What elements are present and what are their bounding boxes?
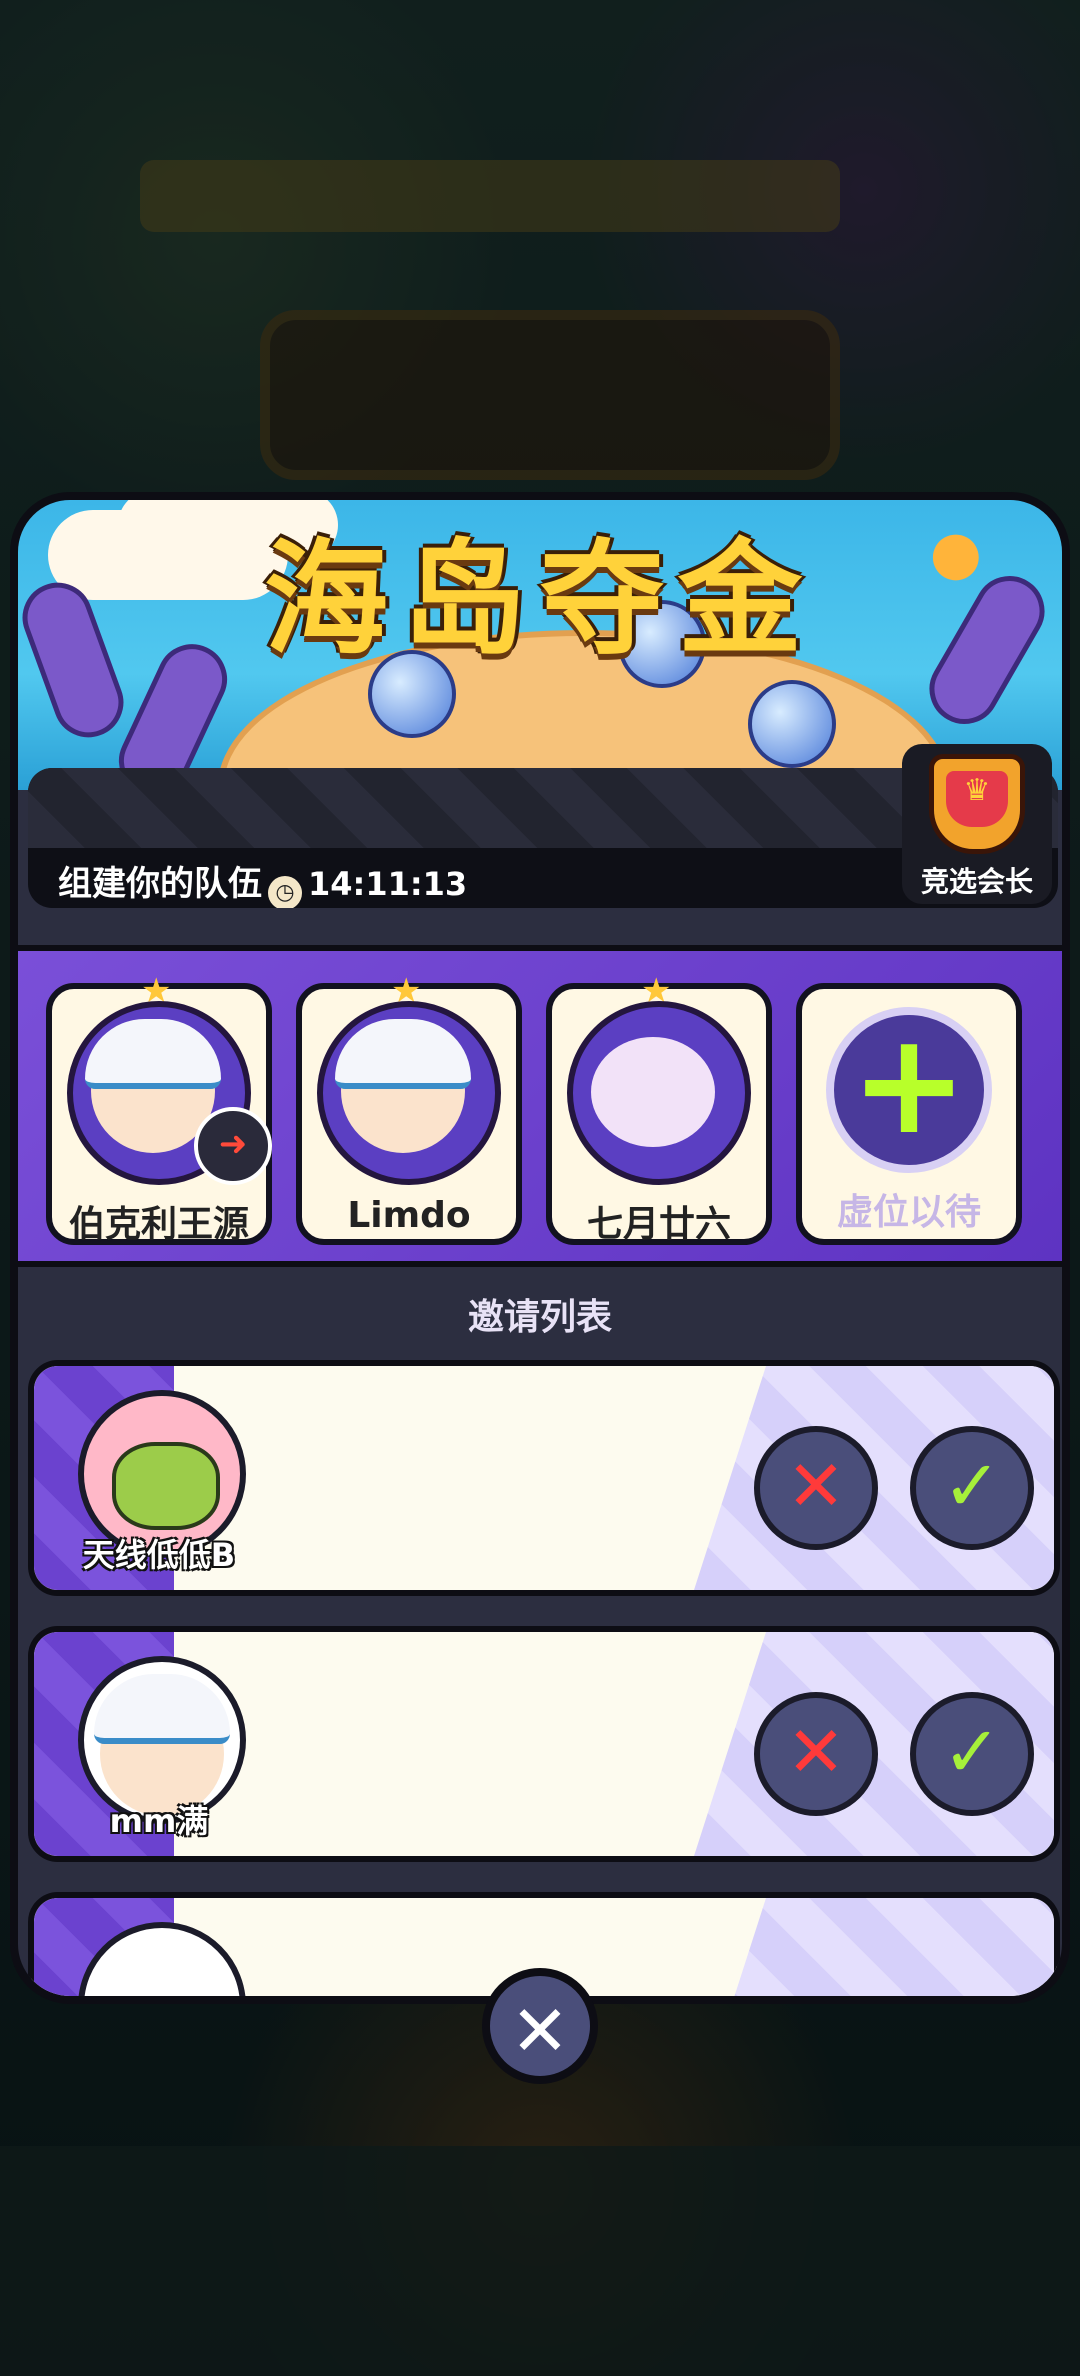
accept-button[interactable]: ✓ (910, 1426, 1034, 1550)
captain-label: 竞选会长 (920, 865, 1033, 898)
countdown-timer: 14:11:13 (308, 865, 468, 903)
x-icon: ✕ (786, 1445, 846, 1527)
shield-crown-icon: ♛ (929, 754, 1025, 854)
run-for-captain-button[interactable]: ♛ 竞选会长 (902, 744, 1052, 904)
invite-row: mm满 ✕ ✓ (28, 1626, 1060, 1862)
check-icon: ✓ (942, 1445, 1002, 1527)
invite-name: mm满 (109, 1802, 209, 1840)
empty-slot-label: 虚位以待 (836, 1192, 981, 1233)
plus-icon[interactable]: + (826, 1007, 992, 1173)
invite-list-title: 邀请列表 (467, 1297, 612, 1338)
reject-button[interactable]: ✕ (754, 1426, 878, 1550)
invite-row: 天线低低B ✕ ✓ (28, 1360, 1060, 1596)
empty-slot-card[interactable]: + 虚位以待 (796, 983, 1022, 1245)
member-card[interactable]: ★ ➜ 伯克利王源 (46, 971, 272, 1245)
avatar (317, 1001, 501, 1185)
leave-badge-icon[interactable]: ➜ (194, 1107, 272, 1185)
event-title: 海岛夺金 (263, 528, 816, 672)
event-banner: ● 海岛夺金 (18, 500, 1062, 790)
cap-art (335, 1019, 471, 1089)
invite-name: 天线低低B (82, 1536, 236, 1574)
team-members: ★ ➜ 伯克利王源 ★ Limdo ★ 七月廿六 + 虚位以待 (18, 945, 1062, 1267)
orb-art (748, 680, 836, 768)
close-button[interactable]: ✕ (482, 1968, 598, 2084)
row-pattern (694, 1898, 1054, 1996)
team-label: 组建你的队伍 (58, 864, 262, 904)
avatar (567, 1001, 751, 1185)
close-icon: ✕ (510, 1990, 570, 2072)
x-icon: ✕ (786, 1711, 846, 1793)
member-name: 七月廿六 (586, 1204, 731, 1245)
cap-art (94, 1674, 230, 1744)
member-name: Limdo (347, 1195, 471, 1236)
check-icon: ✓ (942, 1711, 1002, 1793)
member-card[interactable]: ★ Limdo (296, 971, 522, 1245)
clock-icon: ◷ (268, 876, 302, 908)
reject-button[interactable]: ✕ (754, 1692, 878, 1816)
team-dialog: ● 海岛夺金 组建你的队伍 ◷ 14:11:13 ♛ 竞选会长 ★ ➜ 伯克利王源 … (10, 492, 1070, 2004)
frog-art (112, 1442, 220, 1530)
member-name: 伯克利王源 (68, 1204, 249, 1245)
cat-art (591, 1037, 715, 1147)
cap-art (85, 1019, 221, 1089)
accept-button[interactable]: ✓ (910, 1692, 1034, 1816)
crown-icon: ♛ (963, 773, 991, 808)
member-card[interactable]: ★ 七月廿六 (546, 971, 772, 1245)
team-label-row: 组建你的队伍 ◷ 14:11:13 (58, 856, 467, 908)
